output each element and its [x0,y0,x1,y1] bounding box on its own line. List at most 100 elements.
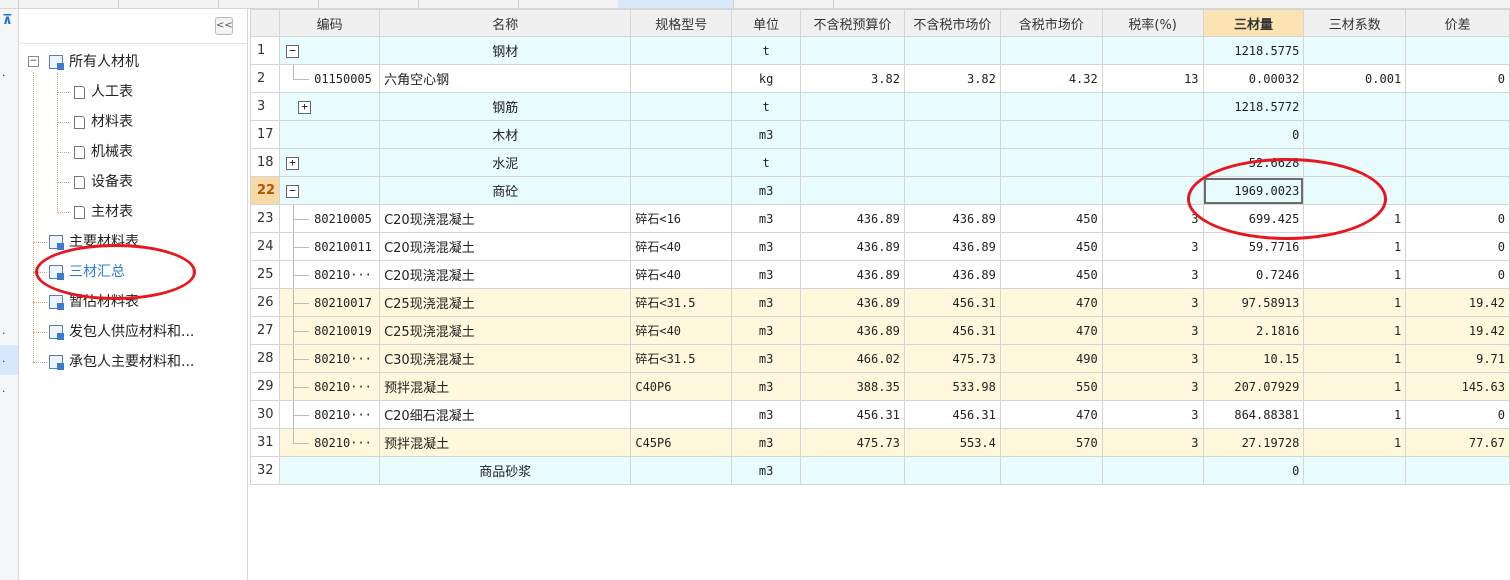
material-qty-cell[interactable]: 1218.5775 [1202,36,1305,65]
spec-cell[interactable]: 碎石<31.5 [630,344,733,373]
column-header[interactable]: 含税市场价 [999,9,1103,37]
name-cell[interactable]: C20现浇混凝土 [379,232,632,261]
tree-node-provisional[interactable]: 暂估材料表 [49,290,139,314]
nav-glyph-icon[interactable]: ⊼ [2,13,13,28]
unit-cell[interactable]: m3 [731,456,802,485]
market-price-cell[interactable] [903,92,1001,121]
material-coef-cell[interactable]: 1 [1303,428,1407,457]
row-number-cell[interactable]: 31 [249,428,281,457]
column-header[interactable]: 不含税预算价 [800,9,905,37]
row-number-cell[interactable]: 32 [249,456,281,485]
budget-price-cell[interactable]: 466.02 [800,344,905,373]
material-qty-cell[interactable]: 1218.5772 [1202,92,1305,121]
row-number-cell[interactable]: 30 [249,400,281,429]
price-diff-cell[interactable]: 145.63 [1405,372,1510,401]
row-number-cell[interactable]: 18 [249,148,281,177]
material-coef-cell[interactable]: 0.001 [1303,64,1407,93]
unit-cell[interactable]: m3 [731,120,802,149]
name-cell[interactable]: C25现浇混凝土 [379,316,632,345]
material-qty-cell[interactable]: 52.6628 [1202,148,1305,177]
name-cell[interactable]: 水泥 [379,148,632,177]
top-tab[interactable] [518,0,619,8]
tax-rate-cell[interactable]: 3 [1101,372,1204,401]
budget-price-cell[interactable]: 436.89 [800,260,905,289]
tax-rate-cell[interactable]: 3 [1101,204,1204,233]
price-diff-cell[interactable]: 19.42 [1405,316,1510,345]
budget-price-cell[interactable]: 3.82 [800,64,905,93]
tax-market-price-cell[interactable] [999,176,1103,205]
tree-node-materials[interactable]: 材料表 [74,110,133,134]
material-coef-cell[interactable]: 1 [1303,204,1407,233]
spec-cell[interactable]: 碎石<16 [630,204,733,233]
tax-market-price-cell[interactable]: 490 [999,344,1103,373]
tax-market-price-cell[interactable]: 470 [999,288,1103,317]
table-row[interactable]: 24 80210011 C20现浇混凝土 碎石<40 m3 436.89 436.89 450… [249,232,1510,261]
code-cell[interactable]: 80210017 [279,288,381,317]
collapse-panel-button[interactable]: << [215,17,233,35]
material-qty-cell[interactable]: 59.7716 [1202,232,1305,261]
material-coef-cell[interactable] [1303,92,1407,121]
column-header[interactable]: 规格型号 [630,9,733,37]
material-coef-cell[interactable] [1303,456,1407,485]
spec-cell[interactable] [630,456,733,485]
unit-cell[interactable]: t [731,92,802,121]
top-tab[interactable] [118,0,219,8]
budget-price-cell[interactable] [800,176,905,205]
budget-price-cell[interactable]: 436.89 [800,316,905,345]
row-number-cell[interactable]: 29 [249,372,281,401]
tax-market-price-cell[interactable]: 470 [999,400,1103,429]
top-tab[interactable] [0,0,19,8]
budget-price-cell[interactable] [800,92,905,121]
tax-market-price-cell[interactable]: 450 [999,232,1103,261]
budget-price-cell[interactable]: 388.35 [800,372,905,401]
tax-market-price-cell[interactable] [999,36,1103,65]
tax-rate-cell[interactable] [1101,120,1204,149]
market-price-cell[interactable] [903,176,1001,205]
tax-rate-cell[interactable] [1101,92,1204,121]
column-header[interactable]: 名称 [379,9,632,37]
tree-node-equipment[interactable]: 设备表 [74,170,133,194]
unit-cell[interactable]: kg [731,64,802,93]
row-number-cell[interactable]: 23 [249,204,281,233]
name-cell[interactable]: 六角空心钢 [379,64,632,93]
price-diff-cell[interactable] [1405,92,1510,121]
unit-cell[interactable]: m3 [731,428,802,457]
budget-price-cell[interactable] [800,36,905,65]
unit-cell[interactable]: t [731,36,802,65]
collapse-toggle-icon[interactable]: − [286,185,300,198]
market-price-cell[interactable]: 436.89 [903,232,1001,261]
column-header[interactable]: 三材系数 [1303,9,1407,37]
material-coef-cell[interactable]: 1 [1303,316,1407,345]
spec-cell[interactable] [630,92,733,121]
material-qty-cell[interactable]: 27.19728 [1202,428,1305,457]
market-price-cell[interactable] [903,148,1001,177]
price-diff-cell[interactable]: 0 [1405,232,1510,261]
name-cell[interactable]: C25现浇混凝土 [379,288,632,317]
code-cell[interactable]: 80210··· [279,428,381,457]
spec-cell[interactable]: 碎石<40 [630,316,733,345]
budget-price-cell[interactable] [800,456,905,485]
material-qty-cell[interactable]: 864.88381 [1202,400,1305,429]
unit-cell[interactable]: m3 [731,176,802,205]
name-cell[interactable]: 商品砂浆 [379,456,632,485]
tax-rate-cell[interactable]: 3 [1101,428,1204,457]
material-qty-cell[interactable]: 1969.0023 [1202,176,1305,205]
material-qty-cell[interactable]: 207.07929 [1202,372,1305,401]
row-number-cell[interactable]: 1 [249,36,281,65]
unit-cell[interactable]: m3 [731,288,802,317]
material-qty-cell[interactable]: 0.7246 [1202,260,1305,289]
top-tab[interactable] [218,0,319,8]
code-cell[interactable]: 80210··· [279,344,381,373]
tax-market-price-cell[interactable]: 570 [999,428,1103,457]
material-qty-cell[interactable]: 699.425 [1202,204,1305,233]
price-diff-cell[interactable] [1405,120,1510,149]
unit-cell[interactable]: m3 [731,344,802,373]
spec-cell[interactable]: C40P6 [630,372,733,401]
unit-cell[interactable]: m3 [731,232,802,261]
tax-market-price-cell[interactable] [999,92,1103,121]
row-number-cell[interactable]: 27 [249,316,281,345]
row-number-cell[interactable]: 22 [249,176,281,205]
name-cell[interactable]: C20细石混凝土 [379,400,632,429]
name-cell[interactable]: 商砼 [379,176,632,205]
tax-rate-cell[interactable]: 13 [1101,64,1204,93]
